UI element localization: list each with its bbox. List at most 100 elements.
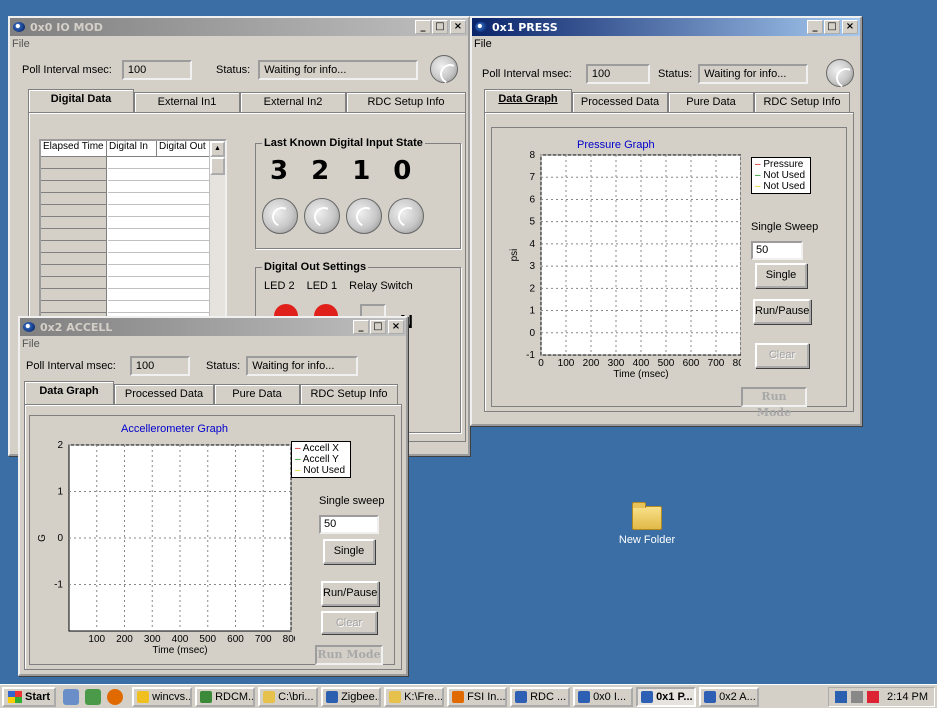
maximize-button[interactable]: □: [432, 20, 448, 34]
y-tick-label: -1: [54, 580, 63, 591]
poll-interval-label: Poll Interval msec:: [482, 68, 572, 80]
x-tick-label: 400: [633, 358, 650, 369]
single-button[interactable]: Single: [323, 539, 375, 564]
clear-button[interactable]: Clear: [755, 343, 809, 368]
run-pause-button[interactable]: Run/Pause: [753, 299, 811, 324]
scroll-up-icon[interactable]: ▲: [210, 141, 225, 157]
status-field: Waiting for info...: [258, 60, 419, 80]
tab-rdc-setup-info[interactable]: RDC Setup Info: [300, 384, 398, 404]
menu-file[interactable]: File: [12, 38, 30, 50]
x-tick-label: 100: [88, 634, 105, 645]
minimize-button[interactable]: _: [353, 320, 369, 334]
legend-item: – Pressure: [755, 159, 804, 170]
status-row: Status: Waiting for info...: [658, 64, 809, 84]
clear-button[interactable]: Clear: [321, 611, 377, 634]
y-tick-label: 2: [57, 440, 63, 451]
y-tick-label: 6: [529, 194, 535, 205]
taskbar-task[interactable]: Zigbee...: [321, 686, 382, 707]
y-tick-label: 4: [529, 239, 535, 250]
task-app-icon: [578, 690, 591, 703]
start-label: Start: [25, 690, 51, 703]
taskbar-task[interactable]: 0x2 A...: [699, 686, 760, 707]
run-pause-button[interactable]: Run/Pause: [321, 581, 379, 606]
menu-file[interactable]: File: [22, 338, 40, 350]
col-digital-in[interactable]: Digital In: [107, 141, 157, 156]
input-1-label: 1: [352, 156, 371, 186]
input-0-indicator-icon: [388, 198, 424, 234]
outlook-icon[interactable]: [85, 688, 102, 705]
tab-digital-data[interactable]: Digital Data: [28, 89, 134, 112]
x-tick-label: 600: [227, 634, 244, 645]
tab-data-graph[interactable]: Data Graph: [24, 381, 114, 404]
taskbar-task[interactable]: FSI In...: [447, 686, 508, 707]
taskbar-task[interactable]: C:\bri...: [258, 686, 319, 707]
start-button[interactable]: Start: [2, 686, 57, 707]
task-label: RDC ...: [530, 690, 567, 703]
close-button[interactable]: ×: [842, 20, 858, 34]
volume-icon[interactable]: [851, 690, 864, 703]
taskbar-task[interactable]: K:\Fre...: [384, 686, 445, 707]
poll-interval-field[interactable]: 100: [129, 356, 190, 376]
accell-window-titlebar[interactable]: 0x2 ACCELL _ □ ×: [20, 318, 406, 336]
task-app-icon: [452, 690, 465, 703]
status-label: Status:: [216, 64, 251, 76]
folder-icon: [632, 502, 662, 530]
chart-legend: – Pressure – Not Used – Not Used: [751, 157, 811, 194]
tab-external-in2[interactable]: External In2: [240, 92, 346, 112]
col-digital-out[interactable]: Digital Out: [157, 141, 211, 156]
task-label: Zigbee...: [341, 690, 382, 703]
task-label: C:\bri...: [278, 690, 314, 703]
input-0-label: 0: [393, 156, 412, 186]
led2-label: LED 2: [264, 280, 295, 292]
scroll-thumb[interactable]: [210, 157, 225, 175]
press-window-titlebar[interactable]: 0x1 PRESS _ □ ×: [472, 18, 860, 36]
taskbar-task[interactable]: 0x0 I...: [573, 686, 634, 707]
single-sweep-input[interactable]: 50: [319, 515, 379, 534]
maximize-button[interactable]: □: [824, 20, 840, 34]
minimize-button[interactable]: _: [415, 20, 431, 34]
tab-data-graph[interactable]: Data Graph: [484, 89, 572, 112]
close-button[interactable]: ×: [388, 320, 404, 334]
y-tick-label: 7: [529, 172, 535, 183]
new-folder-desktop-icon[interactable]: New Folder: [612, 502, 682, 546]
show-desktop-icon[interactable]: [63, 688, 80, 705]
tab-external-in1[interactable]: External In1: [134, 92, 240, 112]
task-app-icon: [200, 690, 213, 703]
poll-interval-field[interactable]: 100: [585, 64, 650, 84]
task-app-icon: [389, 690, 402, 703]
task-label: K:\Fre...: [404, 690, 444, 703]
menu-file[interactable]: File: [474, 38, 492, 50]
col-elapsed-time[interactable]: Elapsed Time: [41, 141, 107, 156]
x-tick-label: 700: [708, 358, 725, 369]
close-button[interactable]: ×: [450, 20, 466, 34]
io-window-titlebar[interactable]: 0x0 IO MOD _ □ ×: [10, 18, 468, 36]
x-tick-label: 0: [538, 358, 544, 369]
input-2-label: 2: [311, 156, 330, 186]
tab-pure-data[interactable]: Pure Data: [668, 92, 754, 112]
tab-rdc-setup-info[interactable]: RDC Setup Info: [346, 92, 466, 112]
taskbar-task[interactable]: RDC ...: [510, 686, 571, 707]
window-title: 0x1 PRESS: [492, 20, 558, 34]
tab-processed-data[interactable]: Processed Data: [114, 384, 214, 404]
maximize-button[interactable]: □: [370, 320, 386, 334]
taskbar-task[interactable]: RDCM...: [195, 686, 256, 707]
single-sweep-input[interactable]: 50: [751, 241, 803, 260]
tab-pure-data[interactable]: Pure Data: [214, 384, 300, 404]
task-label: FSI In...: [467, 690, 506, 703]
x-tick-label: 800: [733, 358, 741, 369]
legend-item: – Not Used: [755, 181, 806, 192]
firefox-icon[interactable]: [107, 688, 124, 705]
taskbar-task[interactable]: 0x1 P...: [636, 686, 697, 707]
single-button[interactable]: Single: [755, 263, 807, 288]
y-axis-label: psi: [509, 249, 520, 262]
task-app-icon: [263, 690, 276, 703]
minimize-button[interactable]: _: [807, 20, 823, 34]
tab-processed-data[interactable]: Processed Data: [572, 92, 668, 112]
legend-label: Not Used: [303, 465, 346, 476]
legend-item: – Accell Y: [295, 454, 339, 465]
poll-interval-field[interactable]: 100: [121, 60, 192, 80]
input-2-indicator-icon: [304, 198, 340, 234]
accell-tabs: Data Graph Processed Data Pure Data RDC …: [24, 381, 398, 404]
taskbar-task[interactable]: wincvs...: [132, 686, 193, 707]
tab-rdc-setup-info[interactable]: RDC Setup Info: [754, 92, 850, 112]
